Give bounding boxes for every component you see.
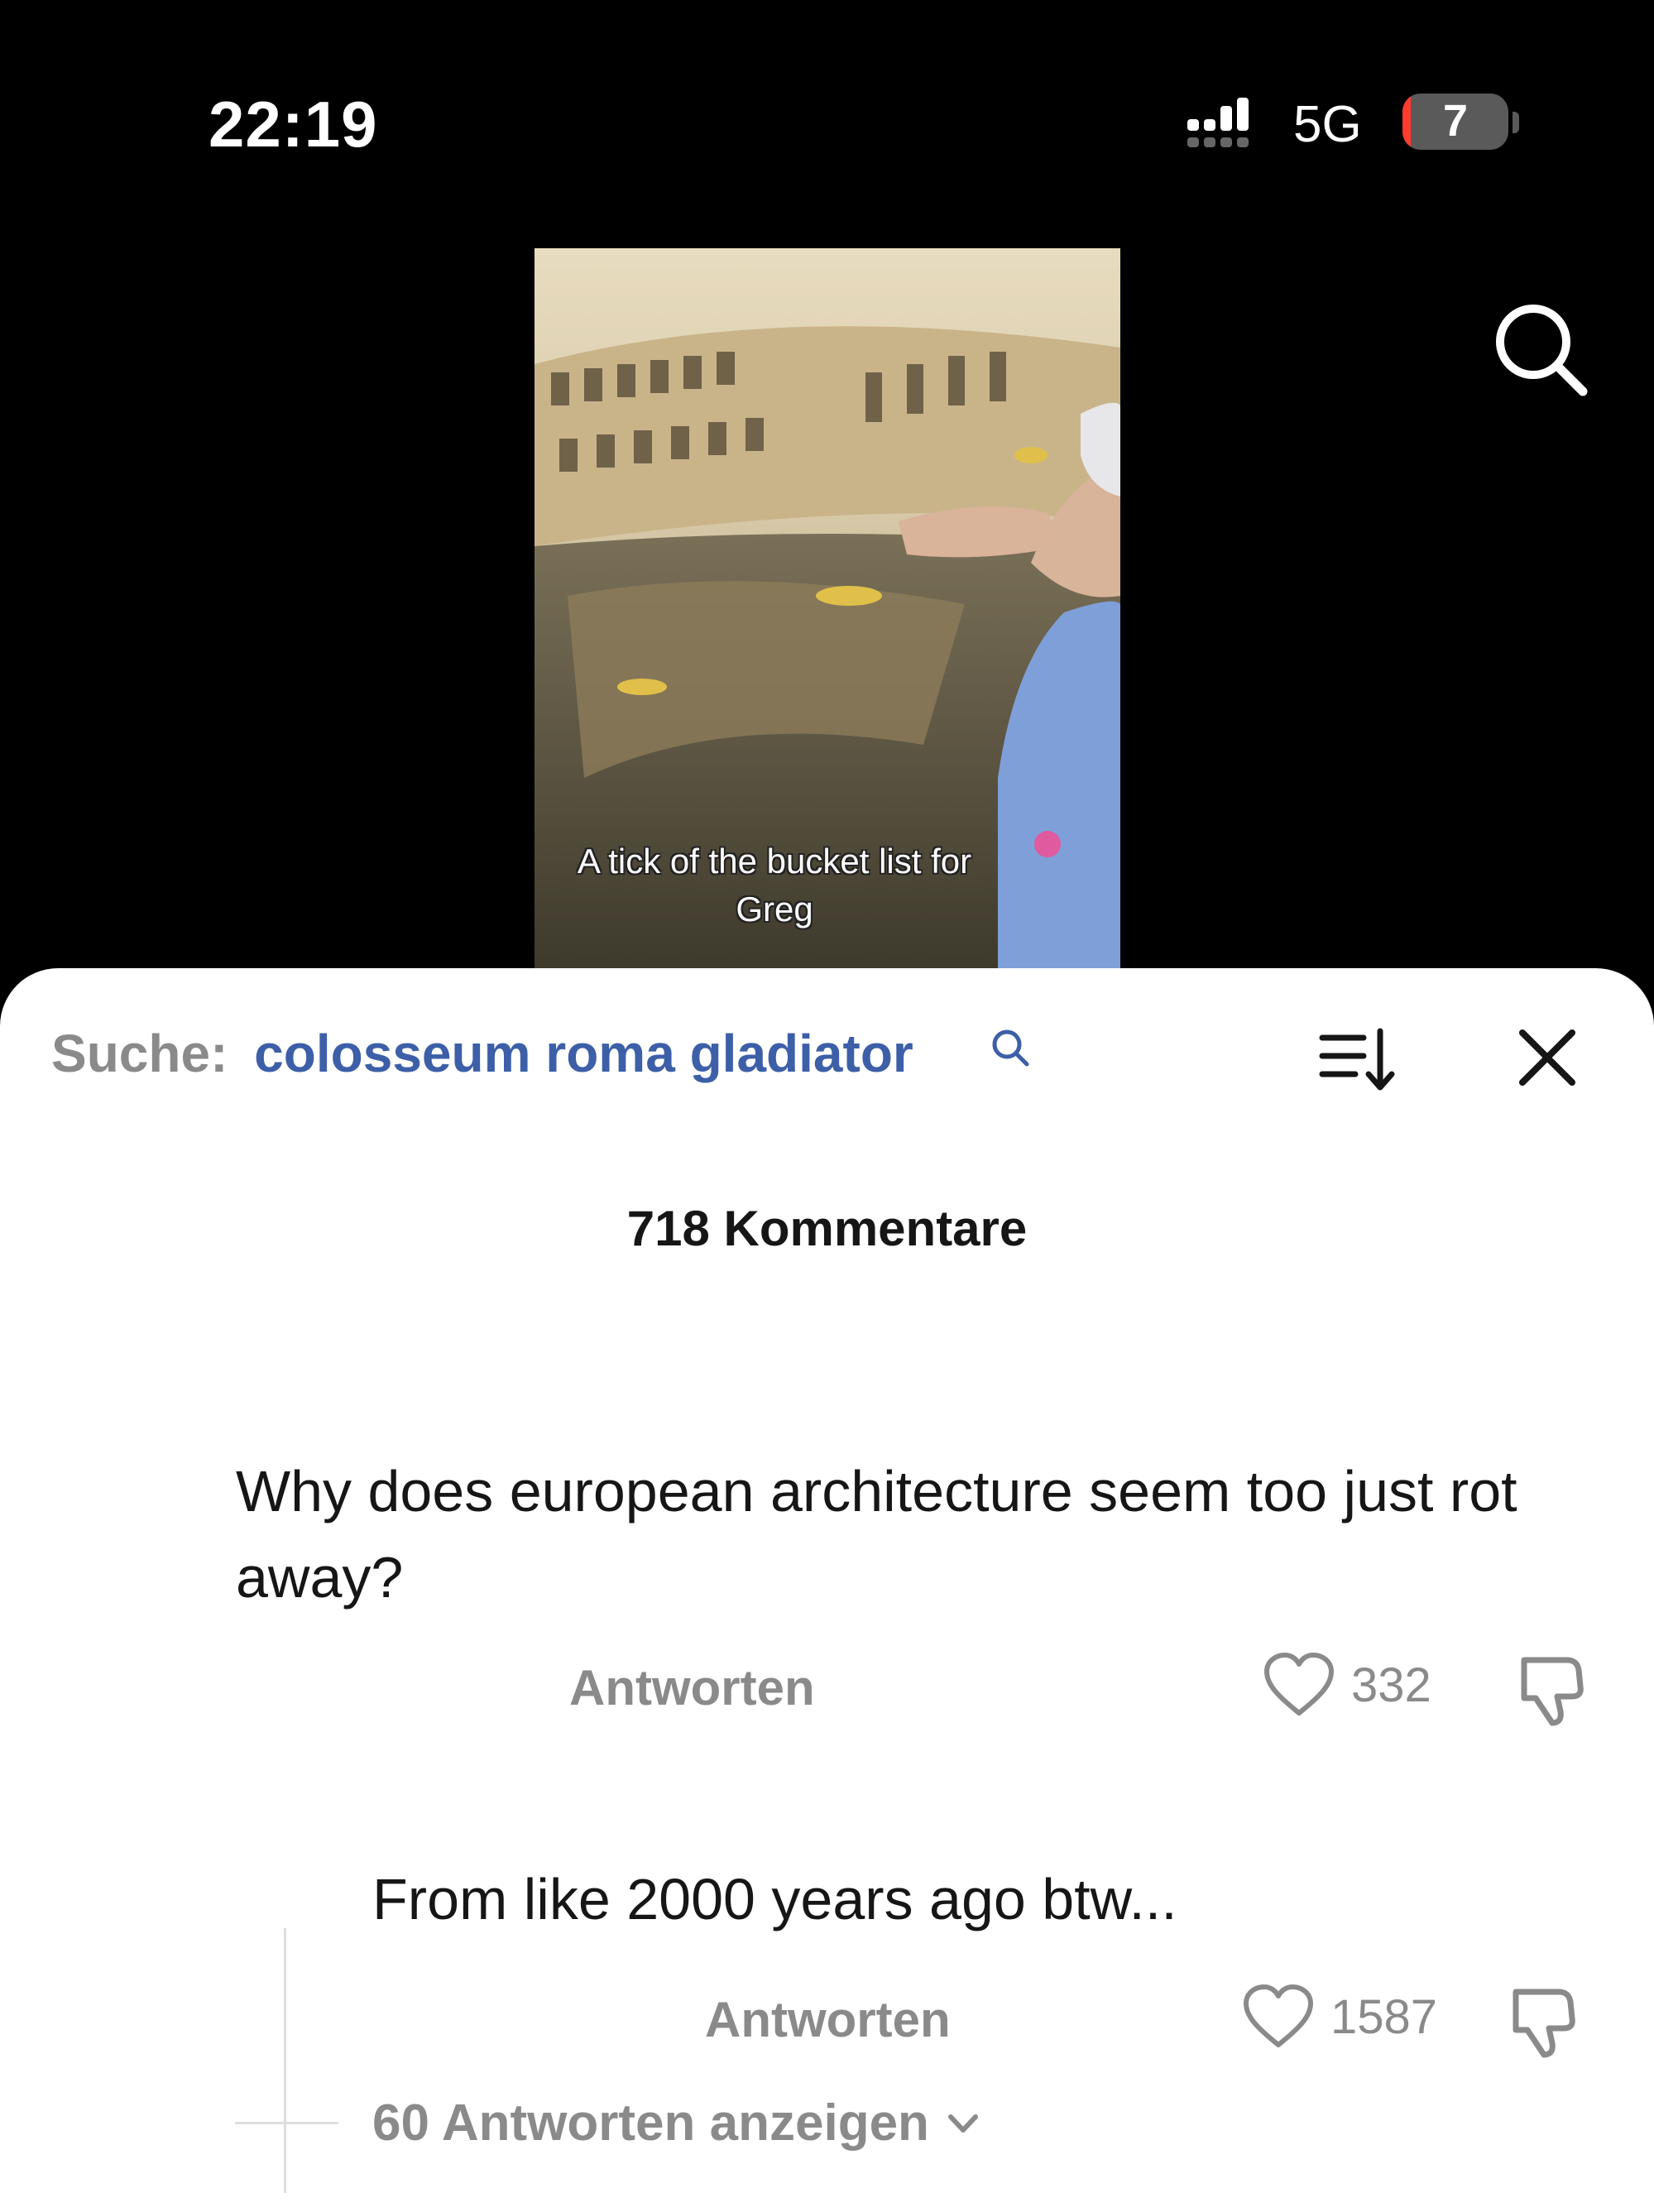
heart-icon (1264, 1653, 1334, 1715)
status-time: 22:19 (209, 88, 378, 161)
search-query-link[interactable]: colosseum roma gladiator (254, 1024, 913, 1083)
dislike-icon[interactable] (1504, 1980, 1587, 2063)
reply-button[interactable]: Antworten (569, 1659, 815, 1716)
search-context[interactable]: Suche: colosseum roma gladiator (51, 1023, 913, 1084)
view-replies-button[interactable]: 60 Antworten anzeigen (372, 2094, 984, 2152)
like-count: 1587 (1330, 1989, 1438, 2044)
status-bar: 22:19 5G 7 (0, 0, 1654, 190)
sort-icon[interactable] (1316, 1023, 1398, 1097)
comments-sheet: Suche: colosseum roma gladiator 718 Komm… (0, 968, 1654, 2212)
like-count: 332 (1351, 1658, 1431, 1712)
like-button[interactable]: 1587 (1241, 1984, 1437, 2050)
search-label: Suche: (51, 1024, 228, 1083)
view-replies-label: 60 Antworten anzeigen (372, 2094, 929, 2152)
search-icon[interactable] (989, 1026, 1032, 1069)
video-player[interactable]: A tick of the bucket list for Greg (535, 248, 1120, 968)
comment-text: From like 2000 years ago btw... (372, 1867, 1177, 1931)
search-icon[interactable] (1485, 294, 1593, 401)
close-icon[interactable] (1513, 1023, 1582, 1092)
chevron-down-icon (947, 2114, 978, 2133)
heart-icon (1244, 1984, 1313, 2047)
reply-button[interactable]: Antworten (705, 1991, 951, 2048)
battery-icon: 7 (1402, 94, 1508, 150)
battery-tip (1513, 112, 1519, 133)
comment-count: 718 Kommentare (626, 1201, 1028, 1256)
network-type: 5G (1293, 96, 1362, 153)
like-button[interactable]: 332 (1262, 1652, 1431, 1718)
video-caption: A tick of the bucket list for Greg (577, 842, 972, 928)
replies-divider (235, 2122, 338, 2124)
thread-line (284, 1928, 286, 2193)
signal-icon (1187, 98, 1249, 147)
dislike-icon[interactable] (1513, 1648, 1595, 1731)
battery-level: 7 (1442, 96, 1469, 146)
comment-text: Why does european architecture seem too … (236, 1459, 1517, 1610)
